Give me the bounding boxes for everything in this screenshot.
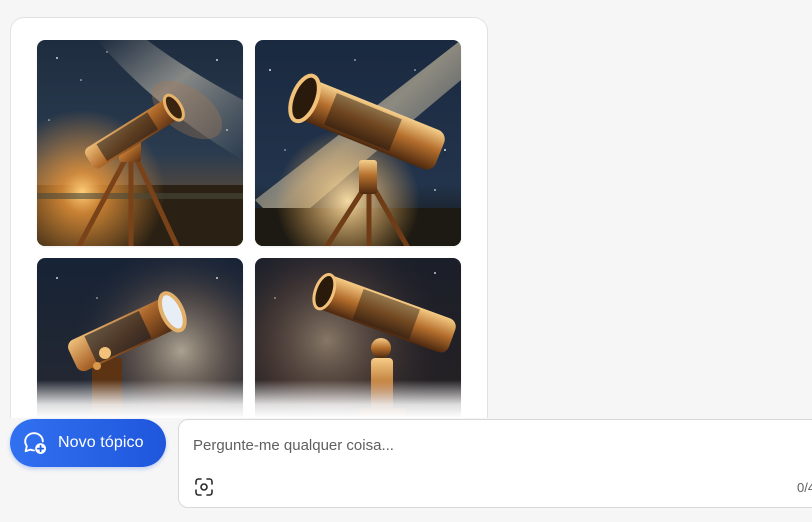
generated-image-1[interactable] <box>37 40 243 246</box>
generated-image-4[interactable] <box>255 258 461 418</box>
chat-add-icon <box>24 432 46 454</box>
character-counter: 0/4000 <box>797 480 812 495</box>
telescope-image <box>255 258 461 418</box>
image-gallery-card <box>10 17 488 418</box>
generated-image-2[interactable] <box>255 40 461 246</box>
new-topic-label: Novo tópico <box>58 434 144 451</box>
new-topic-button[interactable]: Novo tópico <box>10 419 166 467</box>
telescope-image <box>255 40 461 246</box>
telescope-image <box>37 258 243 418</box>
chat-composer: 0/4000 <box>178 419 812 508</box>
screenshot-scan-icon[interactable] <box>193 476 215 498</box>
telescope-image <box>37 40 243 246</box>
chat-input[interactable] <box>193 432 793 458</box>
generated-image-3[interactable] <box>37 258 243 418</box>
